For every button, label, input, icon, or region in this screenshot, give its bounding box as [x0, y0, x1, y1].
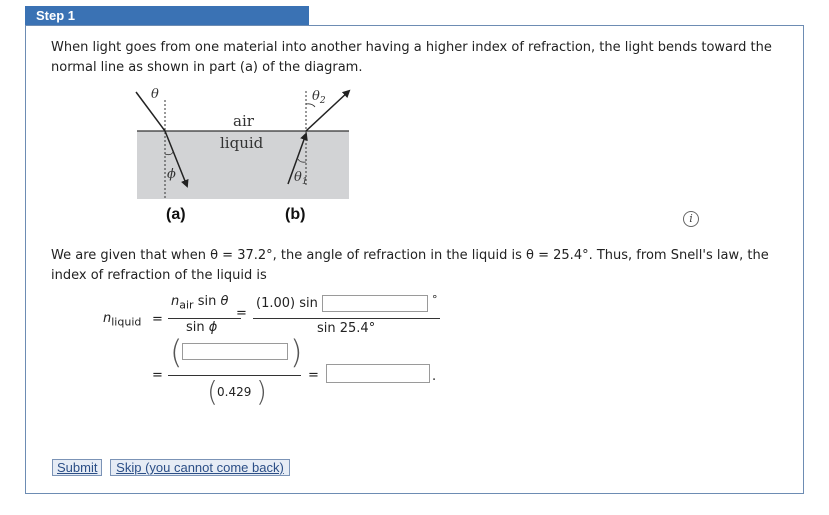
- phi-label: ϕ: [167, 167, 176, 182]
- equals-sign-4: =: [308, 368, 319, 383]
- equals-sign-2: =: [236, 306, 247, 321]
- equals-sign-3: =: [152, 368, 163, 383]
- liquid-label: liquid: [220, 134, 264, 152]
- n-liquid-symbol: nliquid: [103, 311, 142, 329]
- degree-symbol: °: [432, 293, 438, 306]
- step-tab: Step 1: [25, 6, 309, 26]
- denominator-1: sin ϕ: [186, 320, 218, 335]
- fraction-bar-1: [168, 318, 241, 319]
- fraction-bar-2: [253, 318, 440, 319]
- denominator-3: 0.429: [217, 385, 252, 399]
- intro-text: When light goes from one material into a…: [51, 40, 772, 75]
- part-b-label: (b): [285, 206, 305, 223]
- result-input[interactable]: [326, 364, 430, 383]
- info-icon[interactable]: i: [683, 211, 699, 227]
- theta-label: θ: [151, 87, 159, 102]
- numerator-2-text: (1.00) sin: [256, 296, 318, 311]
- numerator-input[interactable]: [182, 343, 288, 360]
- refraction-diagram: air liquid θ ϕ θ2 θ1 (a) (b): [135, 87, 351, 223]
- given-text: We are given that when θ = 37.2°, the an…: [51, 248, 769, 283]
- part-a-label: (a): [166, 206, 186, 223]
- denominator-2: sin 25.4°: [317, 321, 376, 336]
- skip-button[interactable]: Skip (you cannot come back): [110, 459, 290, 476]
- equals-sign-1: =: [152, 312, 163, 327]
- theta2-arc: [305, 103, 316, 108]
- air-label: air: [233, 112, 255, 130]
- paren-right-num: ): [290, 333, 303, 371]
- fraction-bar-3: [168, 375, 301, 376]
- angle-input[interactable]: [322, 295, 428, 312]
- period: .: [432, 369, 437, 384]
- theta2-label: θ2: [312, 89, 326, 106]
- submit-button[interactable]: Submit: [52, 459, 102, 476]
- paren-right-den: ): [256, 375, 267, 408]
- paren-left-num: (: [170, 333, 183, 371]
- numerator-1: nair sin θ: [171, 294, 229, 312]
